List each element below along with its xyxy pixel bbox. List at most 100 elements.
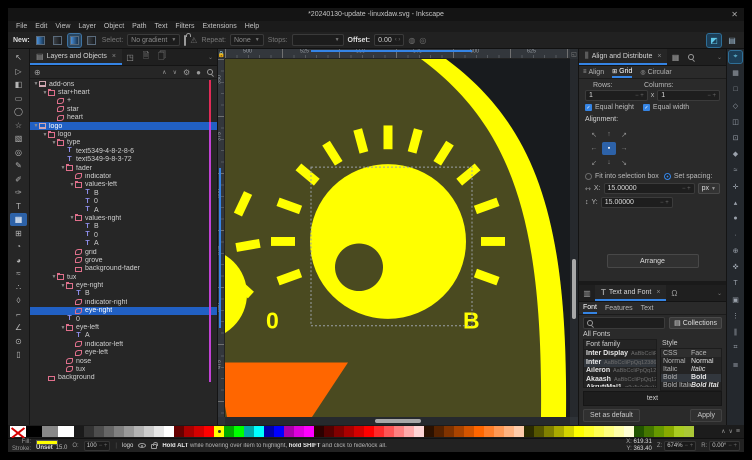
tab-align-and-distribute[interactable]: ⫼ Align and Distribute×	[579, 49, 667, 65]
font-search-input[interactable]	[583, 317, 665, 329]
color-swatch[interactable]	[624, 426, 634, 437]
tab-layers-and-objects[interactable]: ▤ Layers and Objects×	[30, 49, 122, 65]
find-dialog-icon[interactable]	[683, 53, 699, 62]
selector-tool-icon[interactable]: ↖	[10, 51, 27, 64]
align-anchor-6[interactable]: ↙	[587, 156, 601, 169]
snap-text-baseline-icon[interactable]: T	[729, 278, 742, 290]
pencil-tool-icon[interactable]: ✎	[10, 159, 27, 172]
rows-spinbox[interactable]: 1− +	[585, 90, 648, 101]
box3d-tool-icon[interactable]: ▧	[10, 132, 27, 145]
color-swatch[interactable]	[264, 426, 274, 437]
color-swatch[interactable]	[494, 426, 504, 437]
spray-tool-icon[interactable]: ∴	[10, 281, 27, 294]
color-swatch[interactable]	[364, 426, 374, 437]
tree-item-b[interactable]: TB	[30, 290, 217, 298]
color-swatch[interactable]	[304, 426, 314, 437]
palette-scroll-up-icon[interactable]: ∧	[721, 428, 725, 435]
add-layer-icon[interactable]: ⊕	[34, 68, 41, 77]
apply-button[interactable]: Apply	[690, 409, 722, 422]
font-style-bold[interactable]: BoldBold	[661, 374, 721, 382]
menu-view[interactable]: View	[51, 23, 74, 30]
color-swatch[interactable]	[314, 426, 324, 437]
spiral-tool-icon[interactable]: ◎	[10, 146, 27, 159]
color-swatch[interactable]	[114, 426, 124, 437]
unit-dropdown[interactable]: px▼	[698, 183, 720, 194]
font-tab-font[interactable]: Font	[583, 302, 597, 314]
color-swatch[interactable]	[534, 426, 544, 437]
delete-stop-icon[interactable]: ◎	[419, 36, 426, 45]
font-family-akrutimal1[interactable]: AkrutiMal1αβγδεζηθικλμνξο	[584, 384, 656, 388]
columns-spinbox[interactable]: 1− +	[657, 90, 720, 101]
tree-item-fader[interactable]: ▼fader	[30, 164, 217, 172]
font-family-aileron[interactable]: AileronAaBbCcIiPpQq123869€¢	[584, 367, 656, 376]
stroke-width[interactable]: 15.0	[56, 445, 68, 452]
settings-gear-icon[interactable]: ⚙	[183, 68, 190, 77]
menu-edit[interactable]: Edit	[31, 23, 51, 30]
color-swatch[interactable]	[334, 426, 344, 437]
mesh-tool-icon[interactable]: ⊞	[10, 227, 27, 240]
ruler-lock-icon[interactable]: 🔒	[218, 49, 225, 59]
rotation-spinbox[interactable]: 0.00°− +	[709, 441, 740, 451]
knob-tick[interactable]	[384, 125, 393, 149]
fit-selection-radio[interactable]	[585, 173, 592, 180]
align-tab-grid[interactable]: ⊞Grid	[612, 66, 632, 78]
menu-layer[interactable]: Layer	[74, 23, 100, 30]
snap-guide-icon[interactable]: ∥	[729, 326, 742, 338]
highlight-color-icon[interactable]: ●	[196, 68, 201, 77]
close-tab-icon[interactable]: ×	[112, 53, 116, 60]
no-color-swatch[interactable]	[10, 426, 26, 437]
color-swatch[interactable]	[424, 426, 434, 437]
ellipse-tool-icon[interactable]: ◯	[10, 105, 27, 118]
font-family-akaash[interactable]: AkaashAaBbCcIiPpQq12369€¢ ?;|	[584, 376, 656, 385]
pages-tool-icon[interactable]: ▯	[10, 348, 27, 361]
color-swatch[interactable]	[664, 426, 674, 437]
eraser-tool-icon[interactable]: ◊	[10, 294, 27, 307]
color-swatch[interactable]	[584, 426, 594, 437]
dialog-grid-icon[interactable]: ▥	[579, 289, 595, 298]
color-swatch[interactable]	[434, 426, 444, 437]
text-tool-icon[interactable]: T	[10, 200, 27, 213]
tree-item-background-fader[interactable]: background-fader	[30, 265, 217, 273]
snap-alignment-icon[interactable]: ⌗	[729, 342, 742, 354]
color-swatch[interactable]	[544, 426, 554, 437]
color-swatch[interactable]	[144, 426, 154, 437]
layer-name[interactable]: logo	[122, 443, 133, 449]
gradient-select-dropdown[interactable]: No gradient▼	[127, 34, 180, 46]
color-swatch[interactable]	[634, 426, 644, 437]
color-swatch[interactable]	[26, 426, 42, 437]
dropper-tool-icon[interactable]: ◔	[10, 240, 27, 253]
eye-right-shape[interactable]	[310, 164, 466, 319]
tree-item-star[interactable]: star	[30, 105, 217, 113]
tree-item-eye-left[interactable]: ▼eye-left	[30, 323, 217, 331]
set-as-default-button[interactable]: Set as default	[583, 409, 640, 422]
tree-item-heart[interactable]: heart	[30, 114, 217, 122]
snap-page-border-icon[interactable]: ▣	[729, 294, 742, 306]
snap-bbox-midpoint-icon[interactable]: ◫	[729, 116, 742, 128]
color-swatch[interactable]	[674, 426, 684, 437]
tree-item-eye-right[interactable]: ▼eye-right	[30, 281, 217, 289]
close-tab-icon[interactable]: ×	[657, 53, 661, 60]
align-anchor-7[interactable]: ↓	[602, 156, 616, 169]
tweak-tool-icon[interactable]: ≈	[10, 267, 27, 280]
x-spacing-spinbox[interactable]: 15.00000− +	[604, 183, 695, 194]
tree-item-logo[interactable]: ▼logo	[30, 122, 217, 130]
document-dialog-icon[interactable]: 🗎	[138, 50, 154, 64]
color-swatch[interactable]	[504, 426, 514, 437]
horizontal-scrollbar-thumb[interactable]	[375, 419, 421, 423]
align-anchor-1[interactable]: ↑	[602, 128, 616, 141]
horizontal-ruler[interactable]: 500525550575600625	[225, 49, 570, 59]
swatches-dialog-icon[interactable]: ◳	[122, 53, 138, 62]
snap-bbox-icon[interactable]: ▦	[729, 67, 742, 79]
font-style-normal[interactable]: NormalNormal	[661, 357, 721, 365]
color-swatch[interactable]	[284, 426, 294, 437]
color-swatch[interactable]	[74, 426, 84, 437]
font-style-bold-italic[interactable]: Bold ItalicBold Italic	[661, 382, 721, 390]
align-anchor-5[interactable]: →	[617, 142, 631, 155]
color-swatch[interactable]	[274, 426, 284, 437]
font-style-italic[interactable]: ItalicItalic	[661, 365, 721, 373]
tree-item-eye-right[interactable]: eye-right	[30, 307, 217, 315]
vertical-scrollbar-thumb[interactable]	[572, 259, 576, 319]
color-swatch[interactable]	[42, 426, 58, 437]
color-swatch[interactable]	[514, 426, 524, 437]
color-swatch[interactable]	[184, 426, 194, 437]
